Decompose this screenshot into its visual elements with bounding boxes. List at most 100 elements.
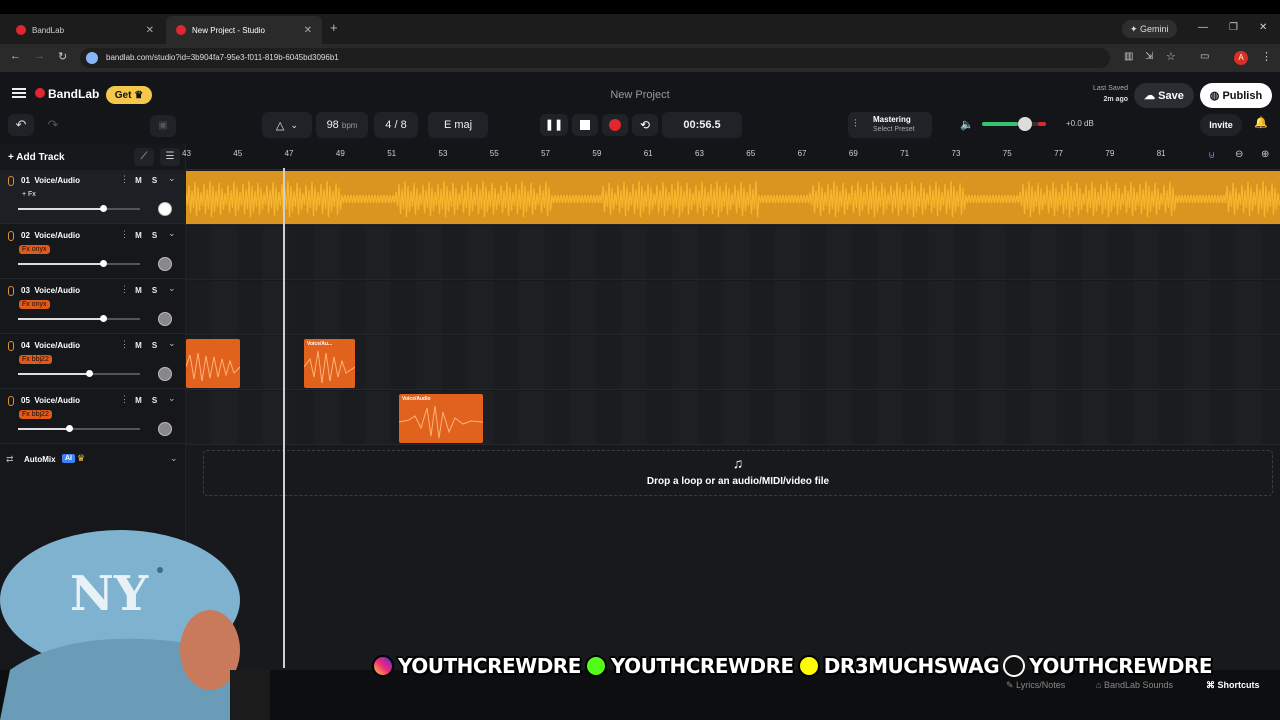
- track-header-4[interactable]: 04 Voice/Audio Fx bbj22 ⋮ M S ⌄: [0, 335, 186, 389]
- track-volume-slider[interactable]: [18, 205, 140, 212]
- audio-clip[interactable]: Voice/Audio: [399, 394, 483, 443]
- browser-menu-icon[interactable]: ⋮: [1261, 50, 1272, 63]
- mute-button[interactable]: M: [132, 339, 145, 352]
- reload-icon[interactable]: ↻: [58, 50, 67, 63]
- close-tab-icon[interactable]: ✕: [304, 25, 312, 36]
- mastering-button[interactable]: ⫶ Mastering Select Preset: [848, 112, 932, 138]
- notification-bell-icon[interactable]: 🔔: [1254, 116, 1268, 129]
- arrangement-timeline[interactable]: 43 45 47 49 51 53 55 57 59 61 63 65 67 69 71 73 75 77 79 81…: [182, 144, 1280, 720]
- fx-preset-badge[interactable]: Fx bbj22: [19, 355, 52, 364]
- reading-mode-icon[interactable]: ▥: [1124, 51, 1133, 62]
- tab-new-project[interactable]: New Project - Studio ✕: [166, 16, 322, 44]
- profile-avatar[interactable]: A: [1234, 51, 1248, 65]
- chevron-down-icon[interactable]: ⌄: [168, 228, 176, 239]
- fx-preset-badge[interactable]: Fx onyx: [19, 300, 50, 309]
- track-header-2[interactable]: 02 Voice/Audio Fx onyx ⋮ M S ⌄: [0, 225, 186, 279]
- url-field[interactable]: bandlab.com/studio?id=3b904fa7-95e3-f011…: [80, 48, 1110, 68]
- invite-button[interactable]: Invite: [1200, 114, 1242, 136]
- track-lane-4[interactable]: Voice/Au...: [186, 336, 1280, 390]
- chevron-down-icon[interactable]: ⌄: [168, 393, 176, 404]
- pan-knob[interactable]: [158, 312, 172, 326]
- volume-handle[interactable]: [100, 315, 107, 322]
- pan-knob[interactable]: [158, 257, 172, 271]
- chevron-down-icon[interactable]: ⌄: [168, 338, 176, 349]
- shortcuts-button[interactable]: ⌘ Shortcuts: [1206, 680, 1260, 691]
- solo-button[interactable]: S: [148, 284, 161, 297]
- forward-icon[interactable]: →: [34, 50, 45, 62]
- bandlab-sounds-button[interactable]: ⌂ BandLab Sounds: [1096, 680, 1173, 690]
- add-track-button[interactable]: + Add Track: [8, 150, 65, 166]
- pause-button[interactable]: ❚❚: [540, 114, 568, 136]
- track-lane-2[interactable]: [186, 226, 1280, 280]
- speaker-icon[interactable]: 🔈: [960, 118, 974, 131]
- volume-handle[interactable]: [100, 260, 107, 267]
- close-window-icon[interactable]: ✕: [1259, 22, 1267, 33]
- save-button[interactable]: ☁ Save: [1134, 83, 1194, 108]
- track-menu-icon[interactable]: ⋮: [120, 284, 129, 295]
- site-info-icon[interactable]: [86, 52, 98, 64]
- track-menu-icon[interactable]: ⋮: [120, 394, 129, 405]
- volume-handle[interactable]: [66, 425, 73, 432]
- track-menu-icon[interactable]: ⋮: [120, 174, 129, 185]
- track-name[interactable]: 03 Voice/Audio: [21, 286, 80, 295]
- solo-button[interactable]: S: [148, 394, 161, 407]
- mute-button[interactable]: M: [132, 284, 145, 297]
- undo-icon[interactable]: ↶: [8, 114, 34, 136]
- zoom-out-icon[interactable]: ⊖: [1235, 149, 1243, 160]
- pan-knob[interactable]: [158, 202, 172, 216]
- solo-button[interactable]: S: [148, 229, 161, 242]
- new-tab-button[interactable]: +: [330, 20, 338, 35]
- publish-button[interactable]: ◍ Publish: [1200, 83, 1272, 108]
- pan-knob[interactable]: [158, 422, 172, 436]
- track-menu-icon[interactable]: ⋮: [120, 339, 129, 350]
- mute-button[interactable]: M: [132, 174, 145, 187]
- redo-icon[interactable]: ↷: [40, 114, 66, 136]
- track-volume-slider[interactable]: [18, 370, 140, 377]
- back-icon[interactable]: ←: [10, 50, 21, 62]
- tempo-field[interactable]: 98 bpm: [316, 112, 368, 138]
- toggle-panel-icon[interactable]: ▣: [150, 115, 176, 137]
- record-button[interactable]: [602, 114, 628, 136]
- tab-bandlab[interactable]: BandLab ✕: [6, 16, 164, 44]
- track-header-1[interactable]: 01 Voice/Audio + Fx ⋮ M S ⌄: [0, 170, 186, 224]
- add-fx-button[interactable]: + Fx: [19, 190, 39, 199]
- track-name[interactable]: 02 Voice/Audio: [21, 231, 80, 240]
- track-settings-icon[interactable]: ☰: [160, 148, 180, 166]
- volume-handle[interactable]: [100, 205, 107, 212]
- track-name[interactable]: 05 Voice/Audio: [21, 396, 80, 405]
- lyrics-notes-button[interactable]: ✎ Lyrics/Notes: [1006, 680, 1065, 691]
- chevron-down-icon[interactable]: ⌄: [168, 173, 176, 184]
- fx-preset-badge[interactable]: Fx onyx: [19, 245, 50, 254]
- mute-button[interactable]: M: [132, 394, 145, 407]
- maximize-icon[interactable]: ❐: [1229, 22, 1238, 33]
- volume-handle[interactable]: [86, 370, 93, 377]
- audio-clip[interactable]: [186, 339, 240, 388]
- gemini-button[interactable]: ✦ Gemini: [1122, 20, 1177, 38]
- chevron-down-icon[interactable]: ⌄: [168, 283, 176, 294]
- track-lane-3[interactable]: [186, 281, 1280, 335]
- time-signature-field[interactable]: 4 / 8: [374, 112, 418, 138]
- volume-knob[interactable]: [1018, 117, 1032, 131]
- solo-button[interactable]: S: [148, 174, 161, 187]
- track-header-3[interactable]: 03 Voice/Audio Fx onyx ⋮ M S ⌄: [0, 280, 186, 334]
- zoom-in-icon[interactable]: ⊕: [1261, 149, 1269, 160]
- automix-row[interactable]: ⇄ AutoMix AI ♛ ⌄: [0, 450, 186, 470]
- solo-button[interactable]: S: [148, 339, 161, 352]
- stop-button[interactable]: [572, 114, 598, 136]
- track-header-5[interactable]: 05 Voice/Audio Fx bbj22 ⋮ M S ⌄: [0, 390, 186, 444]
- master-volume-slider[interactable]: [982, 117, 1046, 131]
- install-app-icon[interactable]: ⇲: [1145, 51, 1153, 62]
- pan-knob[interactable]: [158, 367, 172, 381]
- key-field[interactable]: E maj: [428, 112, 488, 138]
- fx-preset-badge[interactable]: Fx bbj22: [19, 410, 52, 419]
- track-volume-slider[interactable]: [18, 260, 140, 267]
- track-volume-slider[interactable]: [18, 315, 140, 322]
- track-lane-5[interactable]: Voice/Audio: [186, 391, 1280, 445]
- track-name[interactable]: 04 Voice/Audio: [21, 341, 80, 350]
- mute-button[interactable]: M: [132, 229, 145, 242]
- bookmark-star-icon[interactable]: ☆: [1166, 50, 1176, 63]
- side-panel-icon[interactable]: ▭: [1200, 51, 1209, 62]
- drop-zone[interactable]: ♫ Drop a loop or an audio/MIDI/video fil…: [203, 450, 1273, 496]
- timeline-ruler[interactable]: 43 45 47 49 51 53 55 57 59 61 63 65 67 69 71 73 75 77 79 81: [182, 144, 1280, 170]
- metronome-button[interactable]: △ ⌄: [262, 112, 312, 138]
